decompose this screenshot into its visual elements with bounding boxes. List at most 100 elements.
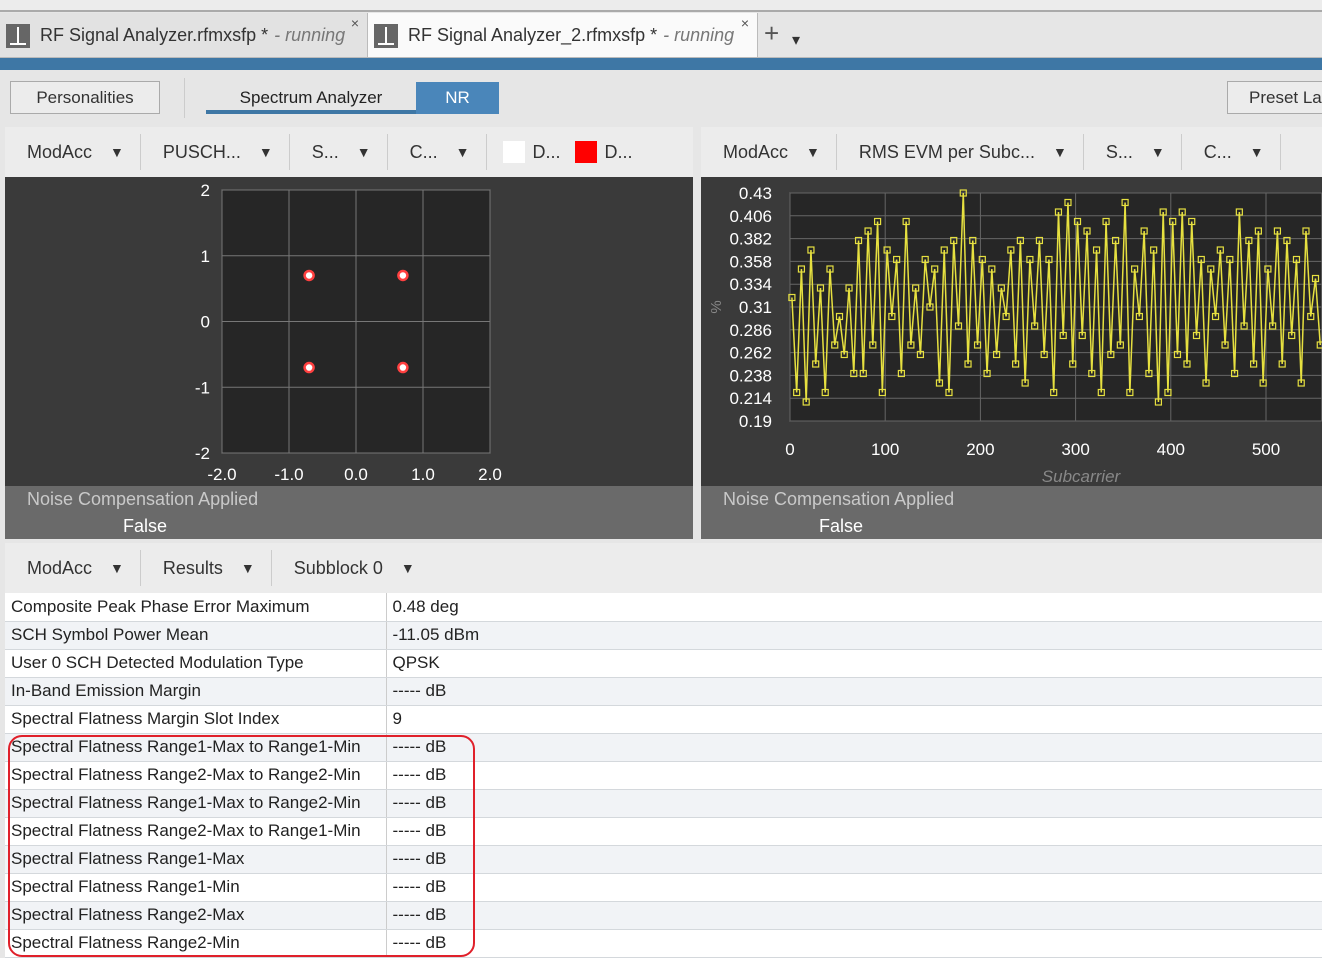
- tab-nr[interactable]: NR: [416, 82, 499, 114]
- close-tab-icon[interactable]: ×: [351, 15, 359, 31]
- selection-dropdown[interactable]: S... ▼: [290, 134, 388, 170]
- y-tick-label: 2: [201, 181, 210, 200]
- result-value: -11.05 dBm: [386, 621, 1322, 650]
- legend-item[interactable]: D...: [533, 142, 561, 163]
- y-tick-label: 0.19: [739, 412, 772, 431]
- add-tab-button[interactable]: +: [764, 18, 779, 49]
- result-name: Spectral Flatness Range1-Min: [5, 873, 387, 902]
- config-dropdown[interactable]: C... ▼: [388, 134, 487, 170]
- result-name: Spectral Flatness Range2-Min: [5, 929, 387, 958]
- menu-strip: [0, 0, 1322, 12]
- x-tick-label: 2.0: [478, 465, 502, 484]
- panel-header: ModAcc ▼ RMS EVM per Subc... ▼ S... ▼ C... ▼: [701, 127, 1322, 177]
- y-tick-label: 0.214: [729, 389, 772, 408]
- y-tick-label: 0.382: [729, 230, 772, 249]
- config-dropdown[interactable]: C... ▼: [1182, 134, 1281, 170]
- x-tick-label: 0: [785, 440, 794, 459]
- panel-footer: Noise Compensation Applied False: [701, 486, 1322, 539]
- table-row[interactable]: SCH Symbol Power Mean -11.05 dBm: [5, 621, 1322, 650]
- table-row[interactable]: Spectral Flatness Range1-Max to Range1-M…: [5, 733, 1322, 762]
- y-tick-label: 0.334: [729, 275, 772, 294]
- result-value: ----- dB: [386, 789, 1322, 818]
- table-row[interactable]: Spectral Flatness Range1-Max ----- dB: [5, 845, 1322, 874]
- x-tick-label: -1.0: [274, 465, 303, 484]
- result-dropdown[interactable]: PUSCH... ▼: [141, 134, 290, 170]
- panel-header: ModAcc ▼ Results ▼ Subblock 0 ▼: [5, 543, 1322, 593]
- results-panel: ModAcc ▼ Results ▼ Subblock 0 ▼ Composite P…: [5, 543, 1322, 958]
- result-value: ----- dB: [386, 929, 1322, 958]
- result-name: Spectral Flatness Margin Slot Index: [5, 705, 387, 734]
- selection-dropdown[interactable]: S... ▼: [1084, 134, 1182, 170]
- chevron-down-icon: ▼: [455, 144, 470, 160]
- result-name: Spectral Flatness Range2-Max: [5, 901, 387, 930]
- result-value: ----- dB: [386, 677, 1322, 706]
- table-row[interactable]: Spectral Flatness Range1-Max to Range2-M…: [5, 789, 1322, 818]
- table-row[interactable]: Spectral Flatness Range2-Max ----- dB: [5, 901, 1322, 930]
- result-name: Spectral Flatness Range1-Max to Range2-M…: [5, 789, 387, 818]
- y-tick-label: 0.238: [729, 366, 772, 385]
- y-tick-label: 0.358: [729, 252, 772, 271]
- result-name: Spectral Flatness Range1-Max: [5, 845, 387, 874]
- result-value: QPSK: [386, 649, 1322, 678]
- table-row[interactable]: Composite Peak Phase Error Maximum 0.48 d…: [5, 593, 1322, 622]
- footer-value: False: [123, 516, 168, 536]
- tab-rf-signal-analyzer-2[interactable]: RF Signal Analyzer_2.rfmxsfp * - running …: [368, 13, 758, 58]
- x-tick-label: -2.0: [207, 465, 236, 484]
- chevron-down-icon: ▼: [1052, 144, 1067, 160]
- result-name: Composite Peak Phase Error Maximum: [5, 593, 387, 622]
- result-name: SCH Symbol Power Mean: [5, 621, 387, 650]
- close-tab-icon[interactable]: ×: [741, 15, 749, 31]
- chevron-down-icon: ▼: [110, 560, 124, 576]
- legend-swatch-red: [574, 141, 597, 163]
- table-row[interactable]: Spectral Flatness Range2-Min ----- dB: [5, 929, 1322, 958]
- view-dropdown[interactable]: Results ▼: [141, 550, 272, 586]
- footer-label: Noise Compensation Applied: [27, 489, 259, 509]
- result-name: Spectral Flatness Range2-Max to Range2-M…: [5, 761, 387, 790]
- constellation-point: [397, 269, 409, 282]
- x-tick-label: 0.0: [344, 465, 368, 484]
- result-value: 9: [386, 705, 1322, 734]
- table-row[interactable]: Spectral Flatness Range2-Max to Range1-M…: [5, 817, 1322, 846]
- result-value: ----- dB: [386, 901, 1322, 930]
- chevron-down-icon: ▼: [240, 560, 255, 576]
- result-value: ----- dB: [386, 733, 1322, 762]
- result-dropdown[interactable]: RMS EVM per Subc... ▼: [837, 134, 1084, 170]
- constellation-chart: -2.0 -1.0 0.0 1.0 2.0 2 1 0 -1 -2: [195, 181, 502, 484]
- x-tick-label: 200: [966, 440, 994, 459]
- personalities-button[interactable]: Personalities: [10, 81, 160, 114]
- table-row[interactable]: Spectral Flatness Margin Slot Index 9: [5, 705, 1322, 734]
- measurement-dropdown[interactable]: ModAcc ▼: [5, 134, 141, 170]
- constellation-point: [397, 361, 409, 374]
- result-value: ----- dB: [386, 873, 1322, 902]
- footer-label: Noise Compensation Applied: [723, 489, 955, 509]
- table-row[interactable]: In-Band Emission Margin ----- dB: [5, 677, 1322, 706]
- table-row[interactable]: Spectral Flatness Range1-Min ----- dB: [5, 873, 1322, 902]
- y-tick-label: 1: [201, 247, 210, 266]
- measurement-dropdown[interactable]: ModAcc ▼: [5, 550, 141, 586]
- chevron-down-icon: ▼: [356, 144, 371, 160]
- constellation-point: [303, 361, 315, 374]
- x-tick-label: 300: [1061, 440, 1089, 459]
- chevron-down-icon: ▼: [1249, 144, 1264, 160]
- preset-layout-button[interactable]: Preset La: [1227, 81, 1322, 114]
- legend-item[interactable]: D...: [605, 142, 633, 163]
- spectrum-icon: [6, 23, 30, 48]
- evm-panel: ModAcc ▼ RMS EVM per Subc... ▼ S... ▼ C... ▼…: [701, 127, 1322, 539]
- chevron-down-icon: ▼: [806, 144, 820, 160]
- y-tick-label: 0.31: [739, 298, 772, 317]
- legend-swatch-white: [502, 141, 525, 163]
- tab-spectrum-analyzer[interactable]: Spectrum Analyzer: [206, 82, 416, 114]
- result-name: In-Band Emission Margin: [5, 677, 387, 706]
- tab-rf-signal-analyzer[interactable]: RF Signal Analyzer.rfmxsfp * - running ×: [0, 13, 368, 58]
- result-value: ----- dB: [386, 817, 1322, 846]
- y-tick-label: 0.262: [729, 344, 772, 363]
- table-row[interactable]: Spectral Flatness Range2-Max to Range2-M…: [5, 761, 1322, 790]
- panel-header: ModAcc ▼ PUSCH... ▼ S... ▼ C... ▼ D... D...: [5, 127, 693, 177]
- table-row[interactable]: User 0 SCH Detected Modulation Type QPSK: [5, 649, 1322, 678]
- result-value: 0.48 deg: [386, 593, 1322, 622]
- subblock-dropdown[interactable]: Subblock 0 ▼: [272, 550, 431, 586]
- measurement-dropdown[interactable]: ModAcc ▼: [701, 134, 837, 170]
- tab-menu-icon[interactable]: ▾: [792, 30, 800, 50]
- y-tick-label: 0.406: [729, 207, 772, 226]
- chevron-down-icon: ▼: [258, 144, 273, 160]
